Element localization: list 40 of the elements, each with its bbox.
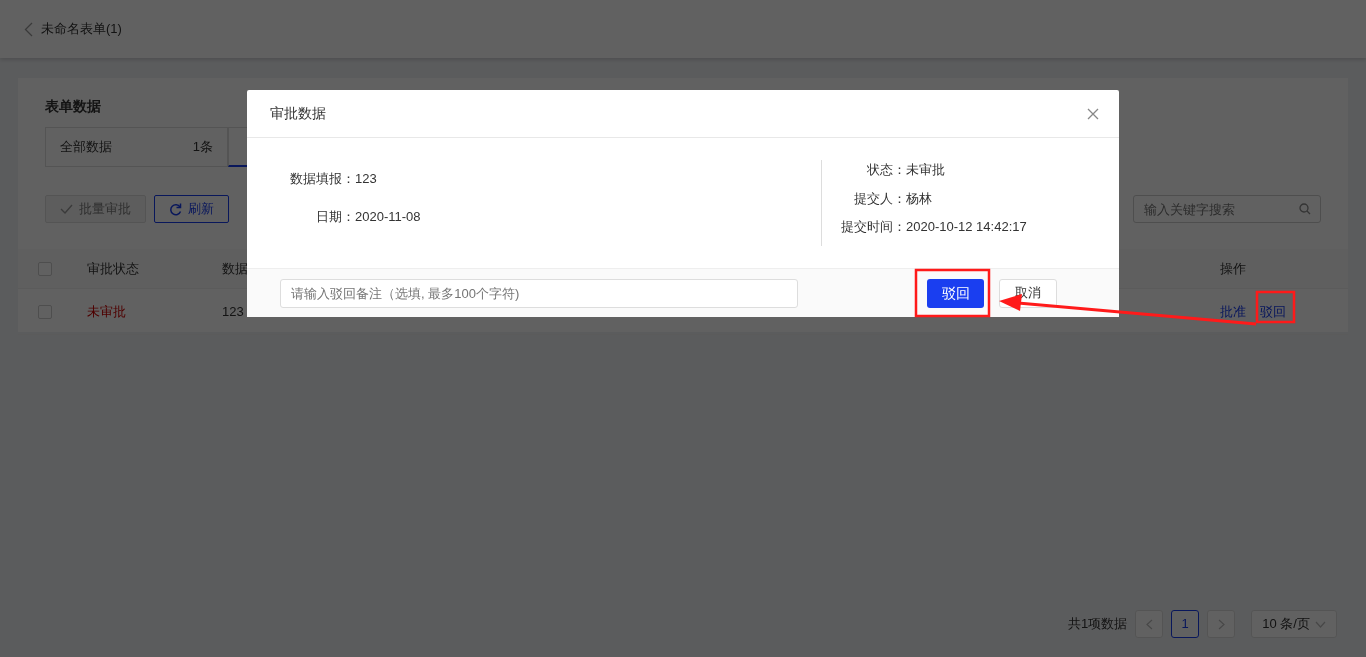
page-button[interactable]: 1	[1171, 610, 1200, 638]
reject-button[interactable]: 驳回	[927, 278, 984, 308]
page-title: 未命名表单(1)	[41, 20, 122, 39]
field-label: 提交时间：	[840, 218, 906, 236]
back-icon[interactable]	[24, 21, 33, 37]
field-label: 数据填报：	[289, 170, 355, 188]
table-cell: 123	[222, 303, 244, 319]
pagination-total: 共1项数据	[1068, 615, 1128, 634]
chevron-down-icon	[1315, 620, 1327, 628]
action-link[interactable]: 批准	[1220, 301, 1246, 322]
column-header: 数据	[222, 260, 248, 276]
prev-page-button[interactable]	[1135, 610, 1164, 638]
field-value: 未审批	[906, 161, 945, 179]
tab-count: 1条	[192, 138, 213, 157]
card-title: 表单数据	[45, 97, 101, 116]
chevron-right-icon	[1217, 618, 1225, 630]
close-icon[interactable]	[1087, 107, 1099, 120]
remark-field[interactable]: 请输入驳回备注（选填, 最多100个字符)	[280, 278, 798, 308]
column-header: 操作	[1220, 259, 1246, 278]
status-text: 未审批	[87, 303, 126, 319]
next-page-button[interactable]	[1207, 610, 1236, 638]
refresh-icon	[169, 202, 182, 216]
check-icon	[60, 204, 73, 214]
tab-label: 全部数据	[60, 138, 112, 157]
modal-title: 审批数据	[270, 104, 326, 123]
chevron-left-icon	[1145, 618, 1153, 630]
search-icon[interactable]	[1299, 203, 1311, 215]
field-value: 杨林	[906, 189, 932, 208]
action-link[interactable]: 驳回	[1260, 301, 1286, 322]
column-header: 审批状态	[87, 260, 139, 276]
highlight-frame	[1255, 290, 1296, 324]
field-value: 123	[355, 170, 377, 188]
refresh-button[interactable]: 刷新	[154, 195, 229, 223]
field-value: 2020-11-08	[355, 207, 421, 226]
tab[interactable]: 全部数据 1条	[45, 127, 228, 167]
field-label: 日期：	[315, 207, 355, 226]
field-value: 2020-10-12 14:42:17	[906, 218, 1027, 236]
page-size-select[interactable]: 10 条/页	[1251, 610, 1338, 638]
field-label: 提交人：	[853, 189, 906, 208]
field-label: 状态：	[866, 161, 906, 179]
